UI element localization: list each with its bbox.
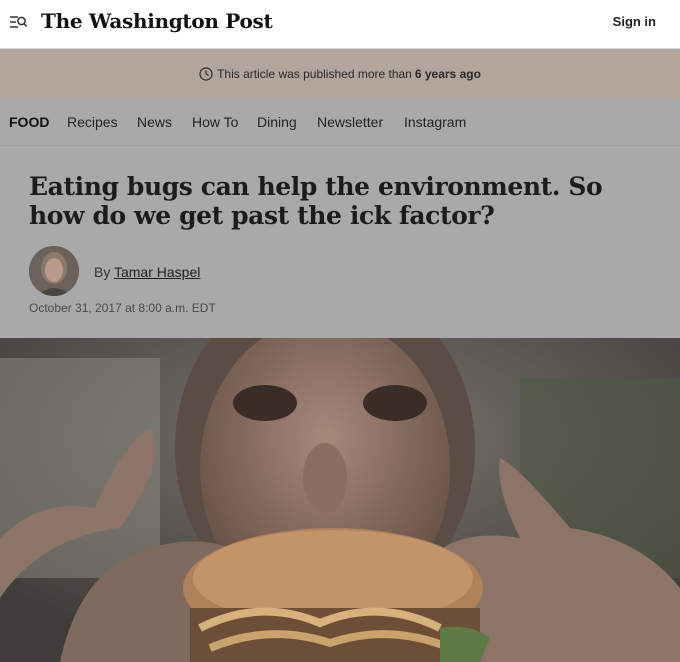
nav-item-recipes[interactable]: Recipes <box>67 114 118 130</box>
byline-prefix: By <box>94 264 111 280</box>
clock-icon <box>199 66 213 81</box>
nav-section-food[interactable]: FOOD <box>9 114 49 130</box>
nav-item-instagram[interactable]: Instagram <box>404 114 466 130</box>
author-link[interactable]: Tamar Haspel <box>114 264 200 280</box>
site-header: The Washington Post Sign in <box>0 0 680 49</box>
article-age-banner: This article was published more than 6 y… <box>0 50 680 97</box>
site-logo[interactable]: The Washington Post <box>41 9 273 33</box>
hero-image <box>0 338 680 662</box>
banner-text: This article was published more than <box>217 66 412 81</box>
menu-search-icon[interactable] <box>9 14 27 30</box>
nav-item-dining[interactable]: Dining <box>257 114 297 130</box>
nav-item-how-to[interactable]: How To <box>192 114 238 130</box>
publish-date: October 31, 2017 at 8:00 a.m. EDT <box>29 301 216 315</box>
sign-in-button[interactable]: Sign in <box>613 14 656 29</box>
article-headline: Eating bugs can help the environment. So… <box>29 172 603 230</box>
byline: By Tamar Haspel <box>94 264 200 280</box>
nav-item-news[interactable]: News <box>137 114 172 130</box>
section-nav: FOOD Recipes News How To Dining Newslett… <box>0 97 680 146</box>
nav-item-newsletter[interactable]: Newsletter <box>317 114 383 130</box>
banner-age: 6 years ago <box>414 66 481 81</box>
author-avatar[interactable] <box>29 246 79 296</box>
